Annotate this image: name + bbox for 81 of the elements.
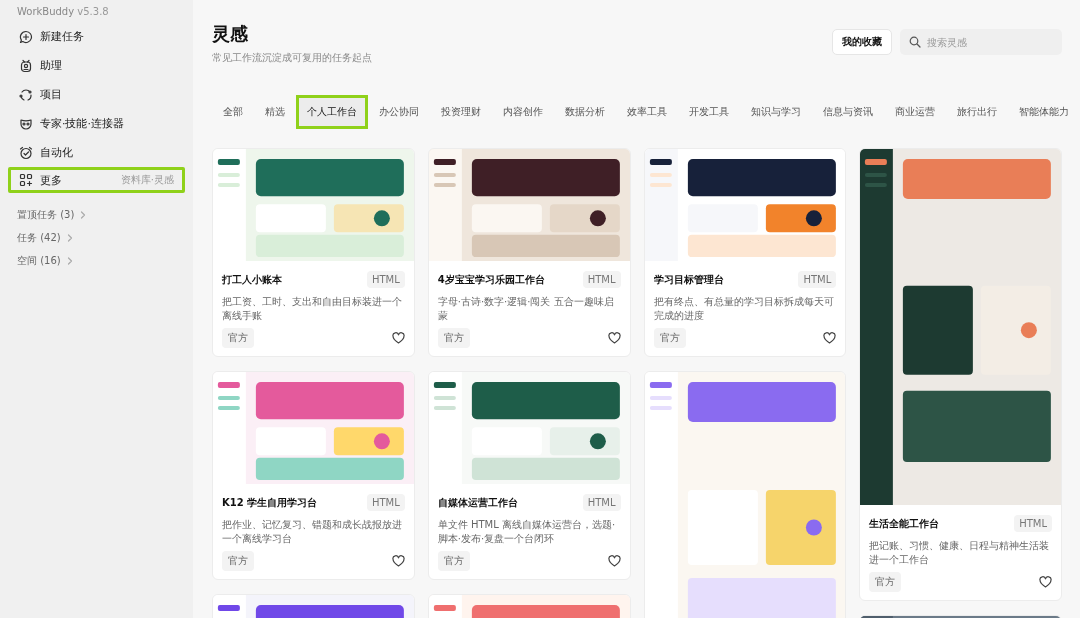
heart-icon[interactable] [607,332,621,344]
format-tag: HTML [582,271,621,288]
official-label: 官方 [222,328,254,348]
cycle-icon [19,87,33,102]
category-tab[interactable]: 知识与学习 [740,95,812,129]
card-title: K12 学生自用学习台 [222,495,318,510]
official-label: 官方 [869,572,902,592]
heart-icon[interactable] [391,555,405,567]
card-title: 学习目标管理台 [653,272,724,287]
sidebar-item[interactable]: 专家·技能·连接器 [8,109,185,138]
card-description: 单文件 HTML 离线自媒体运营台，选题·脚本·发布·复盘一个台闭环 [437,518,617,546]
category-tab[interactable]: 信息与资讯 [812,95,884,129]
template-card[interactable]: 自媒体运营工作台 HTML 单文件 HTML 离线自媒体运营台，选题·脚本·发布·复盘一个台闭环 官方 [427,371,631,580]
category-tab[interactable]: 投资理财 [430,95,492,129]
official-label: 官方 [222,551,254,571]
heart-icon[interactable] [823,332,837,344]
chevron-right-icon [80,210,87,219]
category-tab[interactable]: 全部 [212,95,254,129]
category-tab[interactable]: 商业运营 [884,95,946,129]
mask-icon [19,116,33,131]
format-tag: HTML [366,271,405,288]
category-tab[interactable]: 数据分析 [554,95,616,129]
section-toggle[interactable]: 空间 (16) [8,249,82,272]
chat-plus-icon [19,29,33,44]
sidebar-item[interactable]: 自动化 [8,138,185,167]
heart-icon[interactable] [391,332,405,344]
template-card[interactable]: 生活全能工作台 HTML 把记账、习惯、健康、日程与精神生活装进一个工作台 官方 [859,148,1062,601]
card-title: 生活全能工作台 [869,516,940,531]
format-tag: HTML [366,494,405,511]
favorites-button[interactable]: 我的收藏 [832,29,892,55]
heart-icon[interactable] [1039,576,1052,588]
search-icon [909,36,921,48]
nav-hint: 资料库·灵感 [120,173,174,187]
official-label: 官方 [437,328,470,348]
chevron-right-icon [66,256,73,265]
section-toggle[interactable]: 置顶任务 (3) [8,203,96,226]
card-description: 把有终点、有总量的学习目标拆成每天可完成的进度 [653,295,835,323]
page-subtitle: 常见工作流沉淀成可复用的任务起点 [212,51,372,65]
sidebar-item[interactable]: 更多 资料库·灵感 [8,167,185,193]
template-card[interactable]: 打工人小账本 HTML 把工资、工时、支出和自由目标装进一个离线手账 官方 [212,148,415,357]
card-title: 4岁宝宝学习乐园工作台 [437,272,545,287]
sidebar-item[interactable]: 项目 [8,80,185,109]
card-description: 把工资、工时、支出和自由目标装进一个离线手账 [222,295,403,323]
page-title: 灵感 [212,22,249,46]
category-tab[interactable]: 办公协同 [368,95,430,129]
chevron-right-icon [66,233,73,242]
official-label: 官方 [437,551,470,571]
grid-icon [19,173,33,187]
category-tab[interactable]: 个人工作台 [296,95,368,129]
nav-label: 助理 [40,58,63,73]
section-toggle[interactable]: 任务 (42) [8,226,82,249]
nav-label: 项目 [40,87,63,102]
format-tag: HTML [1014,515,1052,532]
nav-label: 专家·技能·连接器 [40,116,125,131]
nav-label: 更多 [40,172,63,188]
robot-icon [19,58,33,73]
category-tab[interactable]: 精选 [254,95,296,129]
card-description: 把记账、习惯、健康、日程与精神生活装进一个工作台 [869,539,1051,567]
card-description: 字母·古诗·数字·逻辑·闯关 五合一趣味启蒙 [437,295,615,323]
card-title: 打工人小账本 [222,272,282,287]
alarm-clock-icon [19,145,33,160]
nav-label: 新建任务 [40,29,85,44]
sidebar-item[interactable]: 助理 [8,51,185,80]
app-version: WorkBuddy v5.3.8 [16,5,110,19]
template-card[interactable]: 4岁宝宝学习乐园工作台 HTML 字母·古诗·数字·逻辑·闯关 五合一趣味启蒙 官方 [427,148,631,357]
card-description: 把作业、记忆复习、错题和成长战报放进一个离线学习台 [222,518,403,546]
nav-label: 自动化 [40,145,74,160]
card-title: 自媒体运营工作台 [437,495,518,510]
category-tab[interactable]: 效率工具 [616,95,678,129]
template-card[interactable]: K12 学生自用学习台 HTML 把作业、记忆复习、错题和成长战报放进一个离线学习台 官方 [212,371,415,580]
sidebar-item[interactable]: 新建任务 [8,22,185,51]
official-label: 官方 [653,328,686,348]
format-tag: HTML [798,271,837,288]
search-field[interactable]: 搜索灵感 [900,29,1062,55]
heart-icon[interactable] [607,555,621,567]
category-tab[interactable]: 智能体能力 [1008,95,1080,129]
category-tab[interactable]: 旅行出行 [946,95,1008,129]
category-tab[interactable]: 内容创作 [492,95,554,129]
category-tab[interactable]: 开发工具 [678,95,740,129]
template-card[interactable]: 学习目标管理台 HTML 把有终点、有总量的学习目标拆成每天可完成的进度 官方 [643,148,847,357]
format-tag: HTML [582,494,621,511]
